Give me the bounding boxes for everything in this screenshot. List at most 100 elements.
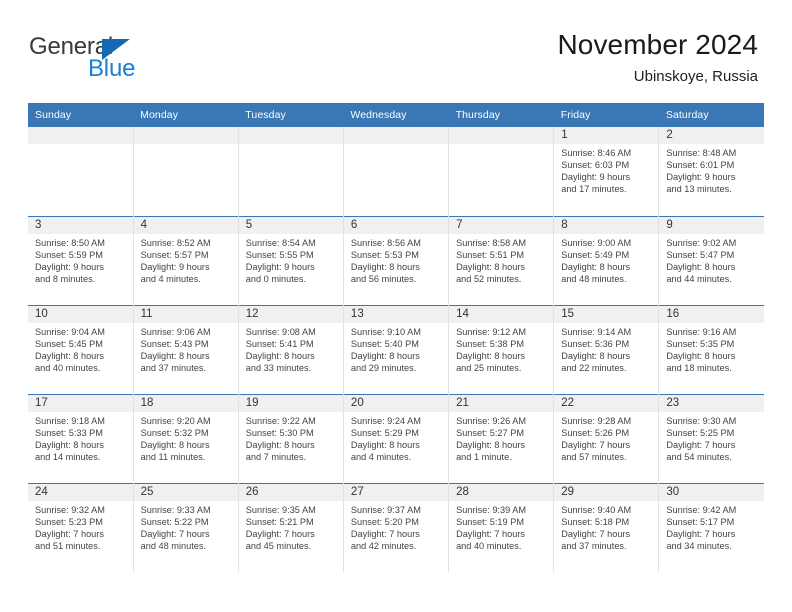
day-details: Sunrise: 9:12 AM Sunset: 5:38 PM Dayligh… xyxy=(456,326,527,373)
day-number: 29 xyxy=(554,483,659,501)
day-cell[interactable]: 4 Sunrise: 8:52 AM Sunset: 5:57 PM Dayli… xyxy=(133,215,239,305)
day-cell[interactable]: 11 Sunrise: 9:06 AM Sunset: 5:43 PM Dayl… xyxy=(133,304,239,394)
day-number: 24 xyxy=(28,483,133,501)
day-cell[interactable]: 5 Sunrise: 8:54 AM Sunset: 5:55 PM Dayli… xyxy=(238,215,344,305)
calendar-page: General Blue November 2024 Ubinskoye, Ru… xyxy=(0,0,792,612)
sunrise-sunset-calendar: Sunday Monday Tuesday Wednesday Thursday… xyxy=(28,103,764,572)
day-cell[interactable]: 14 Sunrise: 9:12 AM Sunset: 5:38 PM Dayl… xyxy=(448,304,555,394)
day-number: 7 xyxy=(449,216,554,234)
day-number: 6 xyxy=(343,216,449,234)
day-cell[interactable]: 2 Sunrise: 8:48 AM Sunset: 6:01 PM Dayli… xyxy=(658,127,764,216)
day-number: 26 xyxy=(238,483,343,501)
day-cell xyxy=(133,127,239,216)
day-cell[interactable]: 20 Sunrise: 9:24 AM Sunset: 5:29 PM Dayl… xyxy=(343,393,450,483)
day-cell[interactable]: 21 Sunrise: 9:26 AM Sunset: 5:27 PM Dayl… xyxy=(448,393,555,483)
day-cell[interactable]: 15 Sunrise: 9:14 AM Sunset: 5:36 PM Dayl… xyxy=(553,304,660,394)
day-details: Sunrise: 9:06 AM Sunset: 5:43 PM Dayligh… xyxy=(140,326,211,373)
day-number xyxy=(238,127,343,144)
day-number: 14 xyxy=(449,305,554,323)
weekday-header-friday: Friday xyxy=(553,103,659,127)
title-block: November 2024 Ubinskoye, Russia xyxy=(557,28,758,86)
day-number: 9 xyxy=(659,216,764,234)
day-details xyxy=(239,144,343,147)
day-cell[interactable]: 7 Sunrise: 8:58 AM Sunset: 5:51 PM Dayli… xyxy=(448,215,555,305)
day-cell[interactable]: 26 Sunrise: 9:35 AM Sunset: 5:21 PM Dayl… xyxy=(238,482,344,572)
day-details: Sunrise: 8:58 AM Sunset: 5:51 PM Dayligh… xyxy=(456,237,527,284)
day-cell xyxy=(448,127,555,216)
day-number: 8 xyxy=(554,216,659,234)
weekday-header-saturday: Saturday xyxy=(658,103,764,127)
day-details xyxy=(134,144,238,147)
logo-text-blue: Blue xyxy=(88,55,136,82)
page-title: November 2024 xyxy=(557,29,758,60)
week-row: 17 Sunrise: 9:18 AM Sunset: 5:33 PM Dayl… xyxy=(28,393,764,483)
day-details: Sunrise: 9:22 AM Sunset: 5:30 PM Dayligh… xyxy=(245,415,316,462)
day-details: Sunrise: 9:32 AM Sunset: 5:23 PM Dayligh… xyxy=(35,504,105,551)
day-cell[interactable]: 8 Sunrise: 9:00 AM Sunset: 5:49 PM Dayli… xyxy=(553,215,660,305)
day-cell[interactable]: 28 Sunrise: 9:39 AM Sunset: 5:19 PM Dayl… xyxy=(448,482,555,572)
week-row: 1 Sunrise: 8:46 AM Sunset: 6:03 PM Dayli… xyxy=(28,127,764,216)
day-cell[interactable]: 9 Sunrise: 9:02 AM Sunset: 5:47 PM Dayli… xyxy=(658,215,764,305)
day-number: 11 xyxy=(133,305,238,323)
day-cell[interactable]: 16 Sunrise: 9:16 AM Sunset: 5:35 PM Dayl… xyxy=(658,304,764,394)
day-number: 15 xyxy=(554,305,659,323)
day-details: Sunrise: 9:37 AM Sunset: 5:20 PM Dayligh… xyxy=(350,504,421,551)
day-details xyxy=(449,144,553,147)
day-cell[interactable]: 12 Sunrise: 9:08 AM Sunset: 5:41 PM Dayl… xyxy=(238,304,344,394)
weekday-header-tuesday: Tuesday xyxy=(238,103,344,127)
day-cell[interactable]: 3 Sunrise: 8:50 AM Sunset: 5:59 PM Dayli… xyxy=(28,215,134,305)
day-cell[interactable]: 24 Sunrise: 9:32 AM Sunset: 5:23 PM Dayl… xyxy=(28,482,134,572)
day-cell[interactable]: 18 Sunrise: 9:20 AM Sunset: 5:32 PM Dayl… xyxy=(133,393,239,483)
day-details: Sunrise: 9:33 AM Sunset: 5:22 PM Dayligh… xyxy=(140,504,211,551)
day-details: Sunrise: 8:56 AM Sunset: 5:53 PM Dayligh… xyxy=(350,237,421,284)
day-number: 23 xyxy=(659,394,764,412)
day-details: Sunrise: 8:48 AM Sunset: 6:01 PM Dayligh… xyxy=(666,148,737,195)
general-blue-logo[interactable]: General Blue xyxy=(28,34,228,92)
day-number: 17 xyxy=(28,394,133,412)
calendar-body: 1 Sunrise: 8:46 AM Sunset: 6:03 PM Dayli… xyxy=(28,127,764,572)
day-number xyxy=(133,127,238,144)
day-cell xyxy=(238,127,344,216)
day-number: 10 xyxy=(28,305,133,323)
day-details: Sunrise: 9:14 AM Sunset: 5:36 PM Dayligh… xyxy=(561,326,632,373)
day-details: Sunrise: 9:24 AM Sunset: 5:29 PM Dayligh… xyxy=(350,415,421,462)
weekday-header-monday: Monday xyxy=(133,103,239,127)
day-cell xyxy=(343,127,450,216)
day-details: Sunrise: 9:02 AM Sunset: 5:47 PM Dayligh… xyxy=(666,237,737,284)
day-number: 2 xyxy=(659,127,764,144)
weekday-header-sunday: Sunday xyxy=(28,103,134,127)
day-details: Sunrise: 9:30 AM Sunset: 5:25 PM Dayligh… xyxy=(666,415,737,462)
day-details: Sunrise: 9:42 AM Sunset: 5:17 PM Dayligh… xyxy=(666,504,737,551)
day-cell[interactable]: 19 Sunrise: 9:22 AM Sunset: 5:30 PM Dayl… xyxy=(238,393,344,483)
page-header: General Blue November 2024 Ubinskoye, Ru… xyxy=(28,28,758,98)
day-number: 12 xyxy=(238,305,343,323)
day-number: 5 xyxy=(238,216,343,234)
day-details: Sunrise: 9:16 AM Sunset: 5:35 PM Dayligh… xyxy=(666,326,737,373)
day-cell[interactable]: 29 Sunrise: 9:40 AM Sunset: 5:18 PM Dayl… xyxy=(553,482,660,572)
day-details xyxy=(28,144,133,147)
day-details: Sunrise: 9:00 AM Sunset: 5:49 PM Dayligh… xyxy=(561,237,632,284)
day-details: Sunrise: 9:18 AM Sunset: 5:33 PM Dayligh… xyxy=(35,415,105,462)
week-row: 24 Sunrise: 9:32 AM Sunset: 5:23 PM Dayl… xyxy=(28,482,764,572)
day-cell[interactable]: 22 Sunrise: 9:28 AM Sunset: 5:26 PM Dayl… xyxy=(553,393,660,483)
day-cell[interactable]: 6 Sunrise: 8:56 AM Sunset: 5:53 PM Dayli… xyxy=(343,215,450,305)
weekday-header-wednesday: Wednesday xyxy=(343,103,449,127)
day-number: 13 xyxy=(343,305,449,323)
weekday-header-row: Sunday Monday Tuesday Wednesday Thursday… xyxy=(28,103,764,127)
day-cell[interactable]: 27 Sunrise: 9:37 AM Sunset: 5:20 PM Dayl… xyxy=(343,482,450,572)
day-cell[interactable]: 23 Sunrise: 9:30 AM Sunset: 5:25 PM Dayl… xyxy=(658,393,764,483)
day-details: Sunrise: 9:35 AM Sunset: 5:21 PM Dayligh… xyxy=(245,504,316,551)
day-number: 19 xyxy=(238,394,343,412)
day-number xyxy=(449,127,554,144)
day-cell[interactable]: 10 Sunrise: 9:04 AM Sunset: 5:45 PM Dayl… xyxy=(28,304,134,394)
day-details: Sunrise: 8:50 AM Sunset: 5:59 PM Dayligh… xyxy=(35,237,105,284)
day-cell[interactable]: 17 Sunrise: 9:18 AM Sunset: 5:33 PM Dayl… xyxy=(28,393,134,483)
day-details: Sunrise: 9:39 AM Sunset: 5:19 PM Dayligh… xyxy=(456,504,527,551)
day-cell[interactable]: 1 Sunrise: 8:46 AM Sunset: 6:03 PM Dayli… xyxy=(553,127,660,216)
day-cell[interactable]: 25 Sunrise: 9:33 AM Sunset: 5:22 PM Dayl… xyxy=(133,482,239,572)
day-details: Sunrise: 9:26 AM Sunset: 5:27 PM Dayligh… xyxy=(456,415,527,462)
day-cell[interactable]: 30 Sunrise: 9:42 AM Sunset: 5:17 PM Dayl… xyxy=(658,482,764,572)
day-details: Sunrise: 9:10 AM Sunset: 5:40 PM Dayligh… xyxy=(350,326,421,373)
day-details: Sunrise: 9:04 AM Sunset: 5:45 PM Dayligh… xyxy=(35,326,105,373)
day-cell[interactable]: 13 Sunrise: 9:10 AM Sunset: 5:40 PM Dayl… xyxy=(343,304,450,394)
